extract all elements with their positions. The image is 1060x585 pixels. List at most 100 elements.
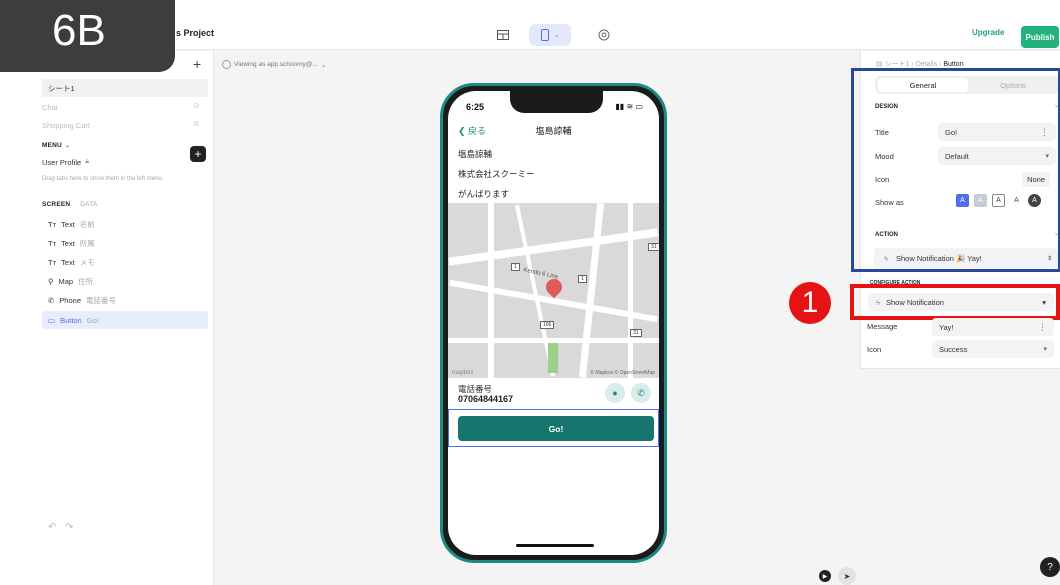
publish-button[interactable]: Publish (1021, 26, 1059, 48)
settings-view-button[interactable] (594, 24, 614, 46)
add-tab-button[interactable]: + (193, 56, 201, 72)
crumb-sheet[interactable]: シート1 (885, 61, 910, 68)
phone-preview: 6:25 ▮▮ ≋ ▭ ❮ 戻る 塩島諒輔 塩島諒輔 株式会社スクーミー がんば… (440, 83, 667, 563)
route-shield: 1 (511, 263, 520, 271)
component-label: Map (58, 276, 74, 286)
message-button[interactable]: ● (605, 383, 625, 403)
phone-call-icon: ✆ (48, 295, 55, 305)
component-item[interactable]: ⚲ Map 住所 (48, 272, 208, 290)
tab-label: Chat (42, 102, 58, 112)
component-label: Text (61, 238, 75, 248)
menu-header: MENU (42, 141, 62, 149)
crumb-button: Button (943, 61, 964, 68)
highlight-box-red (850, 284, 1060, 320)
menu-section-header[interactable]: MENU ⌄ (42, 136, 70, 154)
chat-bubble-icon: ● (612, 388, 618, 398)
text-memo: がんばります (458, 189, 510, 199)
message-label: Message (867, 322, 898, 331)
more-icon[interactable]: ⋮ (1038, 322, 1047, 333)
cursor-mode-icon[interactable]: ➤ (838, 567, 856, 585)
tab-item-chat[interactable]: Chat (42, 98, 58, 116)
hidden-eye-icon[interactable]: ⊘ (193, 101, 200, 110)
highlight-box-blue (851, 68, 1060, 272)
component-sub: 住所 (78, 276, 94, 286)
tab-label: シート1 (48, 83, 75, 93)
message-value: Yay! (939, 322, 954, 332)
component-item-selected[interactable]: ▭ Button Go! (42, 311, 208, 329)
phone-call-icon: ✆ (637, 387, 645, 398)
tab-data[interactable]: DATA (80, 201, 97, 208)
tab-label: Shopping Cart (42, 120, 90, 130)
component-sub: メモ (79, 257, 95, 267)
chevron-down-icon: ⌄ (64, 142, 70, 149)
component-sub: Go! (86, 315, 99, 325)
phone-icon (540, 29, 549, 41)
component-item[interactable]: ✆ Phone 電話番号 (48, 291, 208, 309)
text-name: 塩島諒輔 (458, 149, 493, 159)
tab-item-sheet1[interactable]: シート1 (42, 79, 208, 97)
component-label: Phone (59, 295, 81, 305)
play-icon[interactable]: ▶ (819, 570, 831, 582)
redo-icon[interactable]: ↷ (65, 522, 73, 533)
drag-hint: Drag tabs here to show them in the left … (42, 176, 164, 182)
message-field[interactable]: Yay! ⋮ (932, 318, 1054, 336)
undo-icon[interactable]: ↶ (48, 522, 56, 533)
icon2-label: Icon (867, 345, 882, 354)
text-icon: Tт (48, 257, 57, 267)
go-button[interactable]: Go! (458, 416, 654, 441)
component-item[interactable]: Tт Text メモ (48, 253, 208, 271)
route-shield: 31 (648, 243, 659, 251)
route-shield: 31 (630, 329, 642, 337)
tab-screen[interactable]: SCREEN (42, 201, 70, 208)
phone-number: 07064844167 (458, 394, 514, 404)
map-view[interactable]: 1 1 31 106 31 Kendo 6 Line mapbox © Mapb… (448, 203, 659, 378)
slide-tag: 6B (0, 0, 175, 72)
park-area (548, 343, 558, 373)
route-shield: 1 (578, 275, 587, 283)
chevron-down-icon: ⌄ (320, 61, 327, 69)
map-pin-icon[interactable] (542, 275, 566, 299)
phone-screen: 6:25 ▮▮ ≋ ▭ ❮ 戻る 塩島諒輔 塩島諒輔 株式会社スクーミー がんば… (448, 91, 659, 555)
menu-item-user-profile[interactable]: User Profile 🔒︎ (42, 153, 89, 171)
hidden-eye-icon[interactable]: ⊘ (193, 119, 200, 128)
chevron-down-icon: ⌄ (553, 32, 560, 39)
home-indicator (516, 544, 594, 547)
step-number-badge: 1 (789, 282, 831, 324)
component-item[interactable]: Tт Text 所属 (48, 234, 208, 252)
table-view-button[interactable] (492, 24, 514, 46)
map-pin-icon: ⚲ (48, 276, 54, 286)
map-credit: © Mapbox © OpenStreetMap (590, 370, 655, 376)
component-sub: 名前 (79, 219, 95, 229)
status-time: 6:25 (466, 102, 485, 112)
component-sub: 所属 (79, 238, 95, 248)
help-button[interactable]: ? (1040, 557, 1060, 577)
call-button[interactable]: ✆ (631, 383, 651, 403)
mapbox-logo: mapbox (452, 370, 474, 376)
table-icon (497, 30, 509, 40)
component-label: Button (60, 315, 82, 325)
crumb-details[interactable]: Details (916, 61, 937, 68)
component-sub: 電話番号 (85, 295, 116, 305)
user-profile-label: User Profile (42, 157, 82, 167)
status-icons: ▮▮ ≋ ▭ (615, 102, 643, 111)
notification-icon-select[interactable]: Success ▾ (932, 340, 1054, 358)
tab-item-shopping-cart[interactable]: Shopping Cart (42, 116, 90, 134)
add-component-button[interactable]: + (190, 146, 206, 162)
text-icon: Tт (48, 238, 57, 248)
screen-data-tabs: SCREEN DATA (42, 195, 97, 213)
component-item[interactable]: Tт Text 名前 (48, 215, 208, 233)
text-icon: Tт (48, 219, 57, 229)
viewing-as-label: Viewing as app.schoomy@... (234, 61, 318, 68)
lock-icon: 🔒︎ (85, 158, 89, 165)
project-title: s Project (176, 28, 215, 38)
button-selection-frame: Go! (448, 409, 659, 447)
upgrade-link[interactable]: Upgrade (972, 28, 1004, 37)
phone-view-button[interactable]: ⌄ (529, 24, 571, 46)
viewing-as-selector[interactable]: Viewing as app.schoomy@... ⌄ (222, 60, 326, 69)
text-company: 株式会社スクーミー (458, 169, 535, 179)
phone-notch (510, 91, 603, 113)
undo-redo[interactable]: ↶ ↷ (48, 522, 74, 533)
icon2-value: Success (939, 344, 968, 354)
sheet-icon: ▤ (876, 61, 883, 68)
component-label: Text (61, 219, 75, 229)
